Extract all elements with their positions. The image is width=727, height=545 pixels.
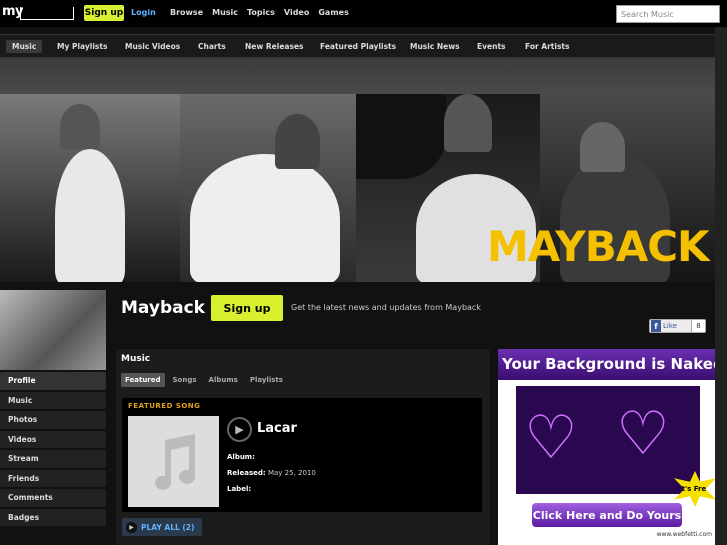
music-module-title: Music (121, 354, 151, 364)
subnav-charts[interactable]: Charts (192, 40, 232, 53)
sidebar-item-stream[interactable]: Stream (0, 450, 106, 468)
play-all-button[interactable]: ▶ PLAY ALL (2) (122, 518, 202, 536)
released-value: May 25, 2010 (267, 469, 316, 477)
search-input[interactable]: Search Music (616, 5, 720, 23)
hero-person-1-head (60, 104, 100, 149)
heart-icon: ♡ (524, 403, 578, 473)
subnav-music[interactable]: Music (6, 40, 43, 53)
hero-person-3-head (444, 94, 492, 152)
album-cover-placeholder (128, 416, 219, 507)
nav-games[interactable]: Games (318, 8, 349, 17)
like-label: Like (663, 322, 677, 330)
music-tabs: Featured Songs Albums Playlists (121, 373, 287, 387)
ad-url: www.webfetti.com (656, 531, 712, 538)
sidebar-item-friends[interactable]: Friends (0, 469, 106, 487)
heart-icon: ♡ (616, 399, 670, 469)
subnav-music-videos[interactable]: Music Videos (119, 40, 186, 53)
label-label: Label: (227, 485, 252, 493)
subnav-for-artists[interactable]: For Artists (519, 40, 575, 53)
top-nav: Browse Music Topics Video Games (170, 8, 349, 17)
facebook-like-button[interactable]: f Like 8 (649, 319, 706, 333)
released-label: Released: (227, 469, 266, 477)
page-scrollbar[interactable] (715, 27, 727, 545)
tab-songs[interactable]: Songs (169, 373, 201, 387)
play-song-button[interactable]: ▶ (227, 417, 252, 442)
hero-photo-2 (180, 94, 356, 282)
ad-cta-button[interactable]: Click Here and Do Yours (532, 503, 682, 527)
music-note-icon (154, 433, 195, 490)
sidebar-item-profile[interactable]: Profile (0, 372, 106, 390)
band-profile-photo[interactable] (0, 290, 106, 370)
song-released-row: Released: May 25, 2010 (227, 469, 316, 477)
sidebar-item-videos[interactable]: Videos (0, 430, 106, 448)
hero-person-2 (190, 154, 340, 282)
top-signup-button[interactable]: Sign up (84, 5, 124, 21)
subnav-new-releases[interactable]: New Releases (239, 40, 310, 53)
sidebar-item-photos[interactable]: Photos (0, 411, 106, 429)
play-all-label: PLAY ALL (2) (141, 522, 195, 532)
hero-cymbal (356, 94, 446, 179)
hero-top-strip (0, 58, 715, 94)
band-tagline: Get the latest news and updates from May… (291, 303, 481, 312)
top-bar: my Sign up Login Browse Music Topics Vid… (0, 0, 727, 27)
login-link[interactable]: Login (131, 8, 156, 17)
subnav-featured-playlists[interactable]: Featured Playlists (314, 40, 402, 53)
hero-photo-1 (0, 94, 180, 282)
subnav-events[interactable]: Events (471, 40, 512, 53)
tab-playlists[interactable]: Playlists (246, 373, 287, 387)
tab-albums[interactable]: Albums (205, 373, 242, 387)
band-name: Mayback (121, 298, 205, 318)
nav-browse[interactable]: Browse (170, 8, 203, 17)
facebook-icon: f (651, 320, 661, 332)
nav-music[interactable]: Music (212, 8, 238, 17)
sidebar-item-comments[interactable]: Comments (0, 489, 106, 507)
profile-sidebar: Profile Music Photos Videos Stream Frien… (0, 372, 106, 528)
subnav-my-playlists[interactable]: My Playlists (51, 40, 113, 53)
album-label: Album: (227, 453, 255, 461)
sidebar-item-badges[interactable]: Badges (0, 508, 106, 526)
song-title[interactable]: Lacar (257, 421, 297, 436)
like-count: 8 (691, 320, 705, 332)
tab-featured[interactable]: Featured (121, 373, 165, 387)
hero-person-1 (55, 149, 125, 282)
music-subnav: Music My Playlists Music Videos Charts N… (0, 34, 727, 58)
song-album-row: Album: (227, 453, 255, 461)
hero-banner: MAYBACK (0, 58, 715, 282)
sidebar-item-music[interactable]: Music (0, 391, 106, 409)
play-icon: ▶ (235, 423, 244, 436)
band-signup-button[interactable]: Sign up (211, 295, 283, 321)
nav-video[interactable]: Video (284, 8, 309, 17)
hero-person-4-head (580, 122, 625, 172)
ad-hearts-image: ♡ ♡ (516, 386, 700, 494)
ad-headline: Your Background is Naked (498, 349, 715, 380)
advertisement[interactable]: Your Background is Naked ♡ ♡ It's Free C… (498, 349, 715, 545)
subnav-music-news[interactable]: Music News (404, 40, 466, 53)
play-all-icon: ▶ (126, 521, 137, 533)
hero-band-title: MAYBACK (487, 222, 710, 271)
song-label-row: Label: (227, 485, 251, 493)
nav-topics[interactable]: Topics (247, 8, 275, 17)
featured-song-label: FEATURED SONG (128, 402, 201, 410)
logo-underline (20, 7, 74, 20)
hero-person-2-head (275, 114, 320, 169)
